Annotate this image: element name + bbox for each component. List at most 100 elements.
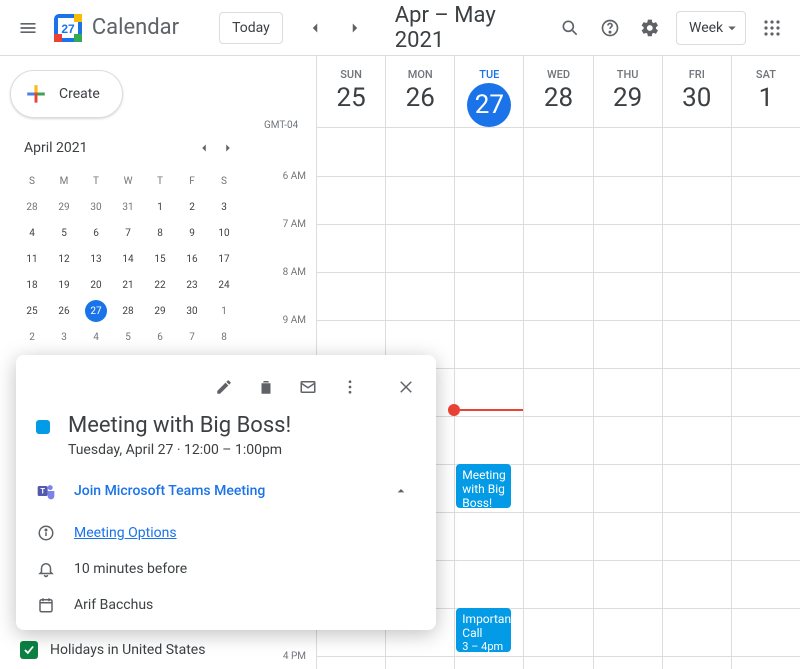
mini-dow: S [208, 168, 240, 194]
day-header[interactable]: WED28 [523, 56, 592, 127]
mini-day[interactable]: 3 [48, 324, 80, 350]
mini-day[interactable]: 31 [112, 194, 144, 220]
view-switcher[interactable]: Week [676, 11, 746, 45]
mini-day[interactable]: 11 [16, 246, 48, 272]
edit-event-icon[interactable] [204, 367, 244, 407]
mini-day[interactable]: 2 [16, 324, 48, 350]
mini-day[interactable]: 23 [176, 272, 208, 298]
event-title: Meeting with Big Boss! [462, 468, 505, 508]
calendar-icon [36, 596, 56, 614]
today-button[interactable]: Today [219, 12, 283, 44]
event-datetime: Tuesday, April 27 · 12:00 – 1:00pm [68, 442, 291, 458]
svg-text:T: T [40, 487, 45, 496]
day-number: 27 [455, 83, 523, 127]
mini-day[interactable]: 13 [80, 246, 112, 272]
help-icon[interactable] [590, 8, 630, 48]
bell-icon [36, 560, 56, 578]
mini-day[interactable]: 28 [16, 194, 48, 220]
plus-icon [23, 81, 49, 107]
mini-next-button[interactable] [216, 136, 240, 160]
day-header[interactable]: THU29 [593, 56, 662, 127]
meeting-options-link[interactable]: Meeting Options [74, 525, 177, 541]
info-icon [36, 524, 56, 542]
mini-day[interactable]: 1 [208, 298, 240, 324]
day-number: 1 [732, 83, 800, 113]
dow-label: WED [524, 68, 592, 81]
mini-dow: T [144, 168, 176, 194]
mini-day[interactable]: 7 [112, 220, 144, 246]
mini-day[interactable]: 26 [48, 298, 80, 324]
mini-day[interactable]: 10 [208, 220, 240, 246]
day-number: 26 [386, 83, 454, 113]
mini-day[interactable]: 5 [112, 324, 144, 350]
collapse-icon[interactable] [386, 476, 416, 506]
mini-day[interactable]: 21 [112, 272, 144, 298]
main-menu-icon[interactable] [8, 8, 48, 48]
mini-calendar: SMTWTFS 28293031123456789101112131415161… [16, 168, 240, 350]
day-header[interactable]: SAT1 [731, 56, 800, 127]
mini-day[interactable]: 30 [80, 194, 112, 220]
organizer-label: Arif Bacchus [74, 597, 153, 613]
mini-day[interactable]: 29 [144, 298, 176, 324]
next-period-button[interactable] [335, 8, 375, 48]
mini-day[interactable]: 15 [144, 246, 176, 272]
checkbox-icon[interactable] [20, 641, 38, 659]
day-number: 25 [317, 83, 385, 113]
chevron-down-icon [723, 19, 741, 37]
day-number: 29 [594, 83, 662, 113]
mini-day[interactable]: 5 [48, 220, 80, 246]
dow-label: SUN [317, 68, 385, 81]
mini-day[interactable]: 4 [80, 324, 112, 350]
mini-day[interactable]: 14 [112, 246, 144, 272]
mini-day[interactable]: 4 [16, 220, 48, 246]
mini-day[interactable]: 2 [176, 194, 208, 220]
close-icon[interactable] [386, 367, 426, 407]
delete-event-icon[interactable] [246, 367, 286, 407]
mini-day[interactable]: 27 [80, 298, 112, 324]
calendar-event[interactable]: Meeting with Big Boss!12 – 1pm [456, 464, 511, 508]
mini-day[interactable]: 25 [16, 298, 48, 324]
calendar-logo-icon: 27 [48, 8, 88, 48]
calendar-name: Holidays in United States [50, 642, 205, 658]
mini-day[interactable]: 1 [144, 194, 176, 220]
prev-period-button[interactable] [295, 8, 335, 48]
day-header[interactable]: SUN 25 [316, 56, 385, 127]
event-popup: Meeting with Big Boss! Tuesday, April 27… [16, 355, 436, 630]
mini-day[interactable]: 17 [208, 246, 240, 272]
timezone-label: GMT-04 [264, 120, 298, 131]
mini-day[interactable]: 7 [176, 324, 208, 350]
calendar-event[interactable]: Important Call3 – 4pm [456, 608, 511, 652]
day-header[interactable]: TUE27 [454, 56, 523, 127]
mini-day[interactable]: 8 [208, 324, 240, 350]
mini-day[interactable]: 9 [176, 220, 208, 246]
mini-day[interactable]: 30 [176, 298, 208, 324]
options-icon[interactable] [330, 367, 370, 407]
create-button[interactable]: Create [10, 70, 123, 118]
mini-day[interactable]: 8 [144, 220, 176, 246]
calendar-checkbox-row[interactable]: Holidays in United States [16, 635, 240, 665]
mini-day[interactable]: 22 [144, 272, 176, 298]
mini-day[interactable]: 29 [48, 194, 80, 220]
mini-day[interactable]: 18 [16, 272, 48, 298]
mini-day[interactable]: 20 [80, 272, 112, 298]
email-guests-icon[interactable] [288, 367, 328, 407]
mini-dow: S [16, 168, 48, 194]
settings-icon[interactable] [630, 8, 670, 48]
mini-prev-button[interactable] [192, 136, 216, 160]
mini-day[interactable]: 6 [144, 324, 176, 350]
join-meeting-link[interactable]: Join Microsoft Teams Meeting [74, 483, 265, 499]
google-apps-icon[interactable] [752, 8, 792, 48]
mini-day[interactable]: 24 [208, 272, 240, 298]
mini-dow: W [112, 168, 144, 194]
hour-label: 4 PM [262, 651, 306, 662]
mini-day[interactable]: 3 [208, 194, 240, 220]
search-icon[interactable] [550, 8, 590, 48]
mini-day[interactable]: 28 [112, 298, 144, 324]
day-header[interactable]: FRI30 [662, 56, 731, 127]
mini-day[interactable]: 19 [48, 272, 80, 298]
mini-day[interactable]: 12 [48, 246, 80, 272]
day-header[interactable]: MON26 [385, 56, 454, 127]
mini-day[interactable]: 16 [176, 246, 208, 272]
mini-day[interactable]: 6 [80, 220, 112, 246]
event-title: Meeting with Big Boss! [68, 413, 291, 438]
